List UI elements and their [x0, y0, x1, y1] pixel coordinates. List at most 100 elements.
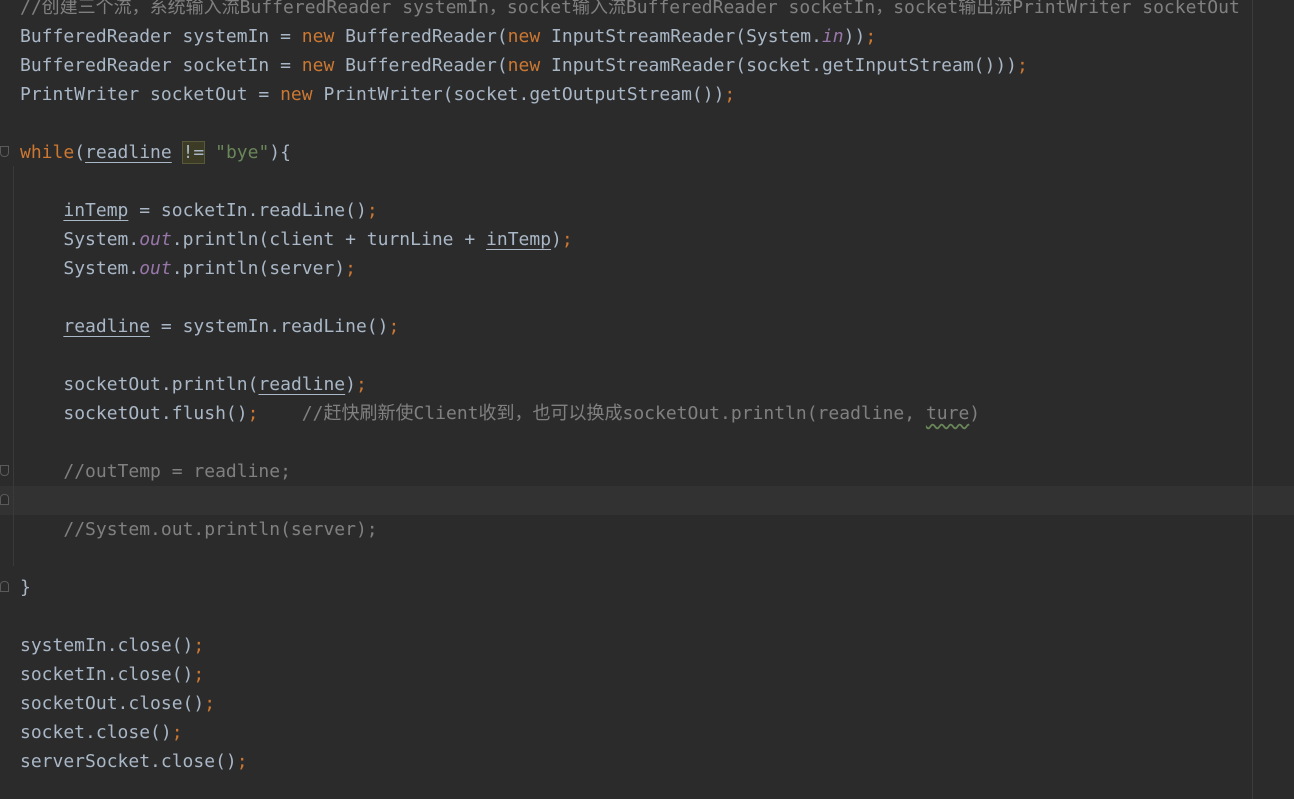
semicolon: ;	[193, 635, 205, 656]
fold-open-icon[interactable]	[0, 146, 9, 157]
code-text: = systemIn.readLine()	[150, 316, 389, 337]
semicolon: ;	[388, 316, 400, 337]
right-margin-guide	[1252, 0, 1253, 799]
semicolon: ;	[355, 374, 367, 395]
fold-comment-end-icon[interactable]	[0, 494, 9, 505]
code-line-systemin-decl[interactable]: BufferedReader systemIn = new BufferedRe…	[20, 22, 876, 51]
code-line-println-client[interactable]: System.out.println(client + turnLine + i…	[20, 225, 573, 254]
semicolon: ;	[204, 693, 216, 714]
variable-readline: readline	[85, 142, 172, 163]
current-line-highlight	[0, 486, 1294, 515]
comment-text: //创建三个流，系统输入流BufferedReader systemIn，soc…	[20, 0, 1240, 18]
code-line-readline-assign[interactable]: readline = systemIn.readLine();	[20, 312, 399, 341]
keyword-new: new	[507, 55, 541, 76]
operator-not-equal-highlighted: !=	[181, 141, 206, 164]
code-text: serverSocket.close()	[20, 751, 237, 772]
static-field-out: out	[139, 258, 172, 279]
variable-intemp: inTemp	[63, 200, 129, 221]
code-line-while[interactable]: while(readline != "bye"){	[20, 138, 291, 167]
variable-intemp: inTemp	[486, 229, 552, 250]
code-line-socketin-decl[interactable]: BufferedReader socketIn = new BufferedRe…	[20, 51, 1028, 80]
code-text: System.	[63, 258, 140, 279]
semicolon: ;	[865, 26, 877, 47]
string-literal: "bye"	[215, 142, 270, 163]
typo-warning-word: ture	[925, 403, 970, 424]
code-text: System.	[63, 229, 140, 250]
keyword-while: while	[20, 142, 75, 163]
inline-comment: )	[969, 403, 981, 424]
semicolon: ;	[247, 403, 259, 424]
code-text: socketIn.close()	[20, 664, 194, 685]
code-line-comment-outtemp[interactable]: //outTemp = readline;	[20, 457, 291, 486]
code-text: socketOut.close()	[20, 693, 205, 714]
code-editor[interactable]: //创建三个流，系统输入流BufferedReader systemIn，soc…	[0, 0, 1294, 799]
code-line-intemp-assign[interactable]: inTemp = socketIn.readLine();	[20, 196, 378, 225]
semicolon: ;	[724, 84, 736, 105]
code-text: (	[74, 142, 86, 163]
code-line-systemin-close[interactable]: systemIn.close();	[20, 631, 204, 660]
code-text: PrintWriter socketOut =	[20, 84, 281, 105]
code-text: BufferedReader systemIn =	[20, 26, 302, 47]
code-text: socketOut.flush()	[63, 403, 248, 424]
variable-readline: readline	[258, 374, 346, 395]
fold-guide	[13, 166, 14, 566]
fold-comment-icon[interactable]	[0, 465, 9, 476]
code-text: systemIn.close()	[20, 635, 194, 656]
code-text: InputStreamReader(System.	[540, 26, 822, 47]
code-line-socketin-close[interactable]: socketIn.close();	[20, 660, 204, 689]
code-line-socket-close[interactable]: socket.close();	[20, 718, 183, 747]
static-field-out: out	[139, 229, 172, 250]
semicolon: ;	[561, 229, 573, 250]
code-text: socketOut.println(	[63, 374, 259, 395]
code-text: .println(client + turnLine +	[171, 229, 487, 250]
code-text: ))	[843, 26, 866, 47]
code-text: InputStreamReader(socket.getInputStream(…	[540, 55, 1018, 76]
static-field-in: in	[821, 26, 844, 47]
code-line-socketout-close[interactable]: socketOut.close();	[20, 689, 215, 718]
code-text: socket.close()	[20, 722, 172, 743]
code-line-socketout-println[interactable]: socketOut.println(readline);	[20, 370, 367, 399]
semicolon: ;	[1017, 55, 1028, 76]
semicolon: ;	[366, 200, 378, 221]
semicolon: ;	[171, 722, 183, 743]
code-text: = socketIn.readLine()	[128, 200, 367, 221]
keyword-new: new	[301, 55, 335, 76]
code-text: )	[551, 229, 562, 250]
code-text: BufferedReader(	[334, 55, 508, 76]
inline-comment: //赶快刷新使Client收到，也可以换成socketOut.println(r…	[301, 403, 926, 424]
code-line-comment-header[interactable]: //创建三个流，系统输入流BufferedReader systemIn，soc…	[20, 0, 1240, 22]
semicolon: ;	[236, 751, 248, 772]
fold-close-icon[interactable]	[0, 581, 9, 592]
code-text: PrintWriter(socket.getOutputStream())	[312, 84, 725, 105]
code-text: )	[345, 374, 356, 395]
code-line-serversocket-close[interactable]: serverSocket.close();	[20, 747, 248, 776]
code-text: BufferedReader(	[334, 26, 508, 47]
code-line-socketout-flush[interactable]: socketOut.flush(); //赶快刷新使Client收到，也可以换成…	[20, 399, 980, 428]
code-line-comment-println[interactable]: //System.out.println(server);	[20, 515, 378, 544]
keyword-new: new	[507, 26, 541, 47]
closing-brace: }	[20, 577, 31, 598]
semicolon: ;	[345, 258, 356, 279]
code-line-socketout-decl[interactable]: PrintWriter socketOut = new PrintWriter(…	[20, 80, 735, 109]
code-line-closing-brace[interactable]: }	[20, 573, 31, 602]
semicolon: ;	[193, 664, 205, 685]
keyword-new: new	[280, 84, 313, 105]
code-text: BufferedReader socketIn =	[20, 55, 302, 76]
line-comment: //outTemp = readline;	[63, 461, 291, 482]
keyword-new: new	[301, 26, 335, 47]
code-text: ){	[269, 142, 291, 163]
code-line-println-server[interactable]: System.out.println(server);	[20, 254, 356, 283]
variable-readline: readline	[63, 316, 151, 337]
line-comment: //System.out.println(server);	[63, 519, 378, 540]
code-text: .println(server)	[171, 258, 346, 279]
